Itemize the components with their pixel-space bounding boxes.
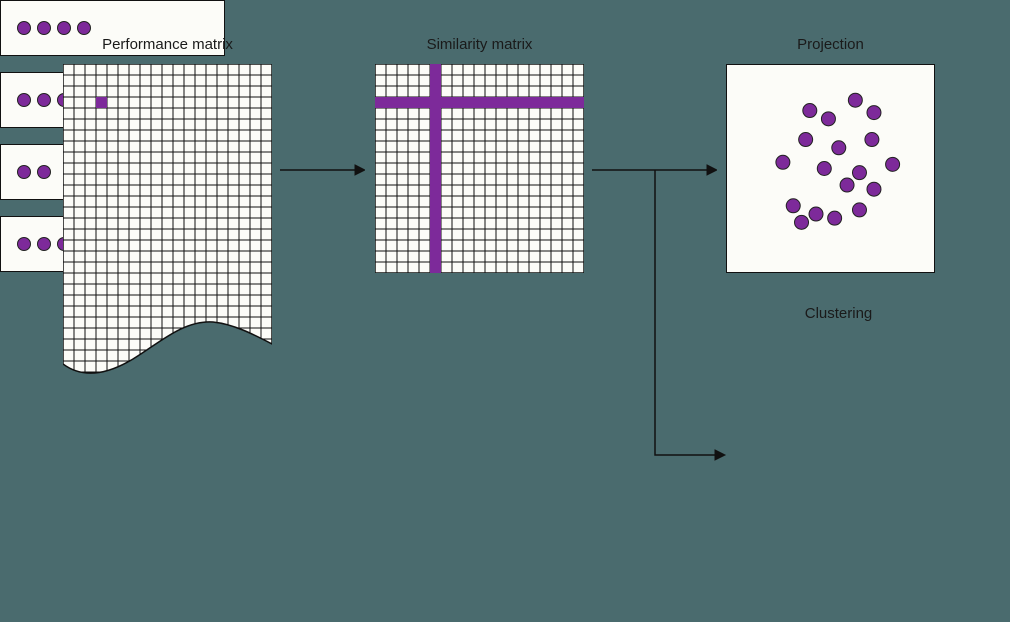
cluster-dot <box>37 93 51 107</box>
performance-matrix-panel <box>63 64 272 394</box>
cluster-dot <box>77 21 91 35</box>
cluster-dot <box>37 21 51 35</box>
similarity-matrix-label: Similarity matrix <box>375 36 584 53</box>
projection-panel <box>726 64 935 273</box>
performance-matrix-label: Performance matrix <box>63 36 272 53</box>
cluster-dot <box>17 165 31 179</box>
cluster-dot <box>57 21 71 35</box>
cluster-dot <box>17 237 31 251</box>
similarity-matrix-panel <box>375 64 584 273</box>
cluster-dot <box>17 93 31 107</box>
arrow-perf-to-sim <box>280 160 365 180</box>
arrow-sim-to-clust <box>650 160 730 470</box>
clustering-label: Clustering <box>726 305 951 322</box>
projection-label: Projection <box>726 36 935 53</box>
cluster-dot <box>17 21 31 35</box>
cluster-dot <box>37 165 51 179</box>
cluster-dot <box>37 237 51 251</box>
